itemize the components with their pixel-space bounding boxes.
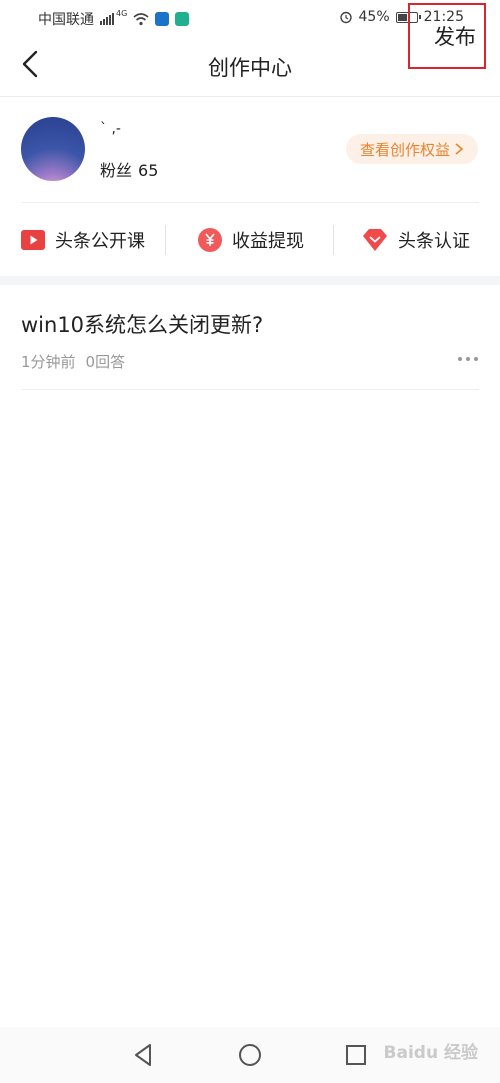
- article-title: win10系统怎么关闭更新?: [21, 313, 264, 337]
- home-circle-icon[interactable]: [236, 1041, 264, 1069]
- app-icon: [175, 12, 190, 26]
- more-options-icon[interactable]: [458, 355, 478, 363]
- publish-label: 发布: [434, 25, 476, 49]
- publish-button[interactable]: 发布: [408, 3, 486, 69]
- play-icon: [21, 229, 45, 250]
- view-rights-label: 查看创作权益: [359, 140, 450, 159]
- article-time: 1分钟前: [21, 353, 76, 371]
- article-answers: 0回答: [85, 353, 126, 371]
- shield-app-icon: [155, 12, 170, 26]
- back-triangle-icon[interactable]: [130, 1041, 158, 1069]
- yuan-icon: [198, 227, 222, 252]
- username: ` ,-: [100, 121, 121, 137]
- recent-apps-icon[interactable]: [342, 1041, 370, 1069]
- quick-link-course[interactable]: 头条公开课: [21, 203, 145, 276]
- wifi-icon: [133, 12, 149, 25]
- section-separator: [0, 276, 500, 285]
- signal-icon: [100, 13, 114, 25]
- quick-links: 头条公开课 收益提现 头条认证: [0, 203, 500, 276]
- list-item[interactable]: win10系统怎么关闭更新? 1分钟前 0回答: [0, 285, 500, 390]
- quick-link-label: 头条认证: [398, 230, 470, 252]
- watermark: Baidu 经验: [383, 1043, 478, 1063]
- quick-link-label: 头条公开课: [55, 230, 145, 252]
- divider: [333, 225, 334, 255]
- status-left: 中国联通 4G: [38, 8, 190, 29]
- article-meta: 1分钟前 0回答: [21, 351, 125, 372]
- divider: [165, 225, 166, 255]
- carrier-name: 中国联通: [38, 12, 94, 28]
- quick-link-withdraw[interactable]: 收益提现: [198, 203, 304, 276]
- fans-label: 粉丝: [100, 161, 133, 180]
- quick-link-verify[interactable]: 头条认证: [362, 203, 470, 276]
- chevron-right-icon: [455, 143, 464, 155]
- avatar[interactable]: [21, 117, 85, 181]
- view-rights-button[interactable]: 查看创作权益: [346, 134, 478, 164]
- alarm-icon: [339, 11, 352, 24]
- fans-count: 65: [138, 161, 159, 180]
- divider: [21, 389, 479, 390]
- fans-info: 粉丝 65: [100, 157, 158, 181]
- battery-percent: 45%: [358, 9, 390, 25]
- profile-section: ` ,- 粉丝 65 查看创作权益: [0, 97, 500, 202]
- network-type: 4G: [116, 8, 128, 18]
- quick-link-label: 收益提现: [232, 230, 304, 252]
- diamond-icon: [363, 228, 387, 251]
